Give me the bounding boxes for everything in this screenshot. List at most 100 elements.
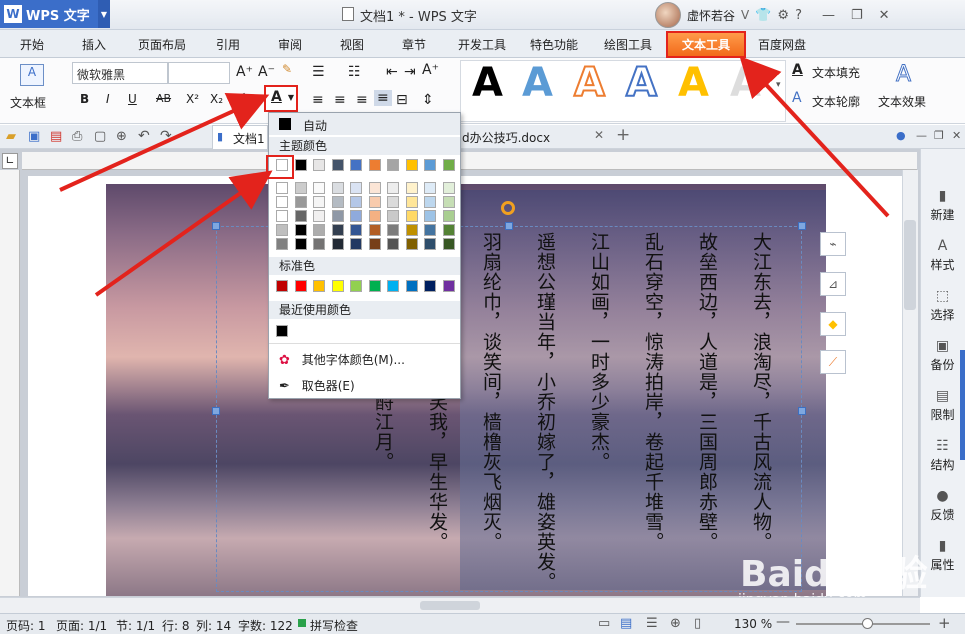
color-swatch[interactable]	[350, 210, 362, 222]
color-swatch[interactable]	[442, 280, 455, 292]
tab-doc1[interactable]: ▮ 文档1	[212, 125, 268, 149]
zoom-in-icon[interactable]: +	[938, 614, 951, 632]
color-swatch[interactable]	[442, 238, 455, 250]
highlight-icon[interactable]: ✍	[238, 90, 248, 104]
redo-icon[interactable]: ↷	[160, 128, 172, 144]
sidebar-item-restrict[interactable]: ▤ 限制	[920, 388, 965, 423]
color-swatch[interactable]	[368, 210, 381, 222]
resize-handle[interactable]	[505, 222, 513, 230]
color-swatch[interactable]	[387, 182, 399, 194]
menu-reference[interactable]: 引用	[216, 36, 240, 53]
color-swatch[interactable]	[405, 182, 418, 194]
numbered-list-icon[interactable]: ☷	[348, 64, 361, 80]
close-icon[interactable]: ✕	[879, 8, 890, 23]
horizontal-scrollbar[interactable]	[0, 597, 920, 613]
color-swatch[interactable]	[350, 196, 362, 208]
auto-color-row[interactable]: 自动	[269, 113, 460, 135]
color-swatch[interactable]	[387, 238, 399, 250]
color-swatch[interactable]	[442, 182, 455, 194]
color-swatch[interactable]	[368, 159, 381, 171]
gallery-scroll-icon[interactable]: ▾	[776, 80, 781, 90]
indent-increase-icon[interactable]: ⇥	[404, 64, 416, 80]
text-style-blue-outline[interactable]: A	[625, 59, 658, 107]
open-folder-icon[interactable]: ▰	[6, 129, 16, 144]
vertical-ruler[interactable]	[0, 170, 20, 596]
text-effect-button[interactable]: 文本效果	[878, 93, 926, 110]
color-swatch[interactable]	[276, 280, 288, 292]
color-swatch[interactable]	[294, 182, 307, 194]
color-swatch[interactable]	[368, 238, 381, 250]
shape-edit-icon[interactable]: ⊿	[820, 272, 846, 296]
settings-icon[interactable]: ⚙	[777, 8, 789, 23]
color-swatch[interactable]	[405, 224, 418, 236]
resize-handle[interactable]	[798, 407, 806, 415]
color-swatch[interactable]	[313, 182, 325, 194]
recent-color-swatch[interactable]	[276, 325, 288, 337]
color-swatch[interactable]	[405, 280, 418, 292]
avatar[interactable]	[655, 2, 681, 28]
color-swatch[interactable]	[276, 238, 288, 250]
tab-stop-selector[interactable]: ∟	[2, 153, 18, 169]
distribute-icon[interactable]: ⊟	[396, 92, 408, 108]
menu-layout[interactable]: 页面布局	[138, 36, 186, 53]
color-swatch[interactable]	[331, 238, 344, 250]
text-style-gold[interactable]: A	[678, 60, 709, 106]
outline-pen-icon[interactable]: ⟋	[820, 350, 846, 374]
eyedropper-item[interactable]: ✒ 取色器(E)	[279, 377, 355, 394]
font-name-select[interactable]: 微软雅黑	[72, 62, 168, 84]
color-swatch[interactable]	[424, 224, 436, 236]
bold-button[interactable]: B	[80, 92, 89, 106]
sidebar-item-select[interactable]: ⬚ 选择	[920, 288, 965, 323]
color-swatch[interactable]	[424, 238, 436, 250]
menu-features[interactable]: 特色功能	[530, 36, 578, 53]
color-swatch[interactable]	[276, 224, 288, 236]
tab-doc2-label[interactable]: d办公技巧.docx	[462, 129, 550, 146]
color-swatch[interactable]	[424, 280, 436, 292]
text-fill-button[interactable]: 文本填充	[812, 64, 860, 81]
cloud-icon[interactable]: ●	[896, 129, 906, 142]
bullet-list-icon[interactable]: ☰	[312, 64, 325, 80]
scroll-thumb[interactable]	[904, 220, 916, 310]
page-view-icon[interactable]: ▤	[620, 616, 632, 631]
font-color-button[interactable]: A ▼	[264, 85, 298, 112]
app-menu-button[interactable]: W WPS 文字 ▼	[0, 0, 110, 28]
textbox-icon[interactable]: A	[20, 64, 44, 86]
color-swatch[interactable]	[405, 159, 418, 171]
print-icon[interactable]: ⎙	[72, 129, 82, 144]
save-icon[interactable]: ▣	[28, 129, 40, 144]
close-tab-icon[interactable]: ✕	[594, 128, 604, 142]
rotate-handle-icon[interactable]	[501, 201, 515, 215]
color-swatch[interactable]	[368, 224, 381, 236]
view-mode-icon[interactable]: ▭	[598, 616, 610, 631]
restore-doc-icon[interactable]: ❐	[934, 129, 944, 142]
h-scroll-thumb[interactable]	[420, 601, 480, 610]
color-swatch[interactable]	[387, 210, 399, 222]
grow-font-icon[interactable]: A⁺	[236, 64, 253, 80]
color-swatch[interactable]	[276, 196, 288, 208]
text-outline-button[interactable]: 文本轮廓	[812, 93, 860, 110]
subscript-button[interactable]: X₂	[210, 92, 223, 106]
clear-format-icon[interactable]: ✎	[282, 62, 292, 76]
underline-button[interactable]: U	[128, 92, 137, 106]
text-style-black[interactable]: A	[472, 60, 503, 106]
format-painter-icon[interactable]: ⊕	[116, 129, 127, 144]
color-swatch[interactable]	[387, 159, 399, 171]
resize-handle[interactable]	[798, 222, 806, 230]
color-swatch[interactable]	[405, 196, 418, 208]
color-swatch[interactable]	[405, 210, 418, 222]
color-swatch[interactable]	[331, 210, 344, 222]
color-swatch[interactable]	[294, 210, 307, 222]
minimize-icon[interactable]: —	[822, 8, 835, 23]
status-word-count[interactable]: 字数: 122	[238, 617, 293, 634]
preview-icon[interactable]: ▢	[94, 129, 106, 144]
pdf-icon[interactable]: ▤	[50, 129, 62, 144]
menu-text-tools[interactable]: 文本工具	[666, 31, 746, 58]
menu-chapter[interactable]: 章节	[402, 36, 426, 53]
color-swatch[interactable]	[387, 224, 399, 236]
color-swatch[interactable]	[442, 224, 455, 236]
read-view-icon[interactable]: ▯	[694, 616, 701, 631]
shrink-font-icon[interactable]: A⁻	[258, 64, 275, 80]
menu-baidu-disk[interactable]: 百度网盘	[758, 36, 806, 53]
color-swatch[interactable]	[294, 196, 307, 208]
color-swatch[interactable]	[350, 238, 362, 250]
